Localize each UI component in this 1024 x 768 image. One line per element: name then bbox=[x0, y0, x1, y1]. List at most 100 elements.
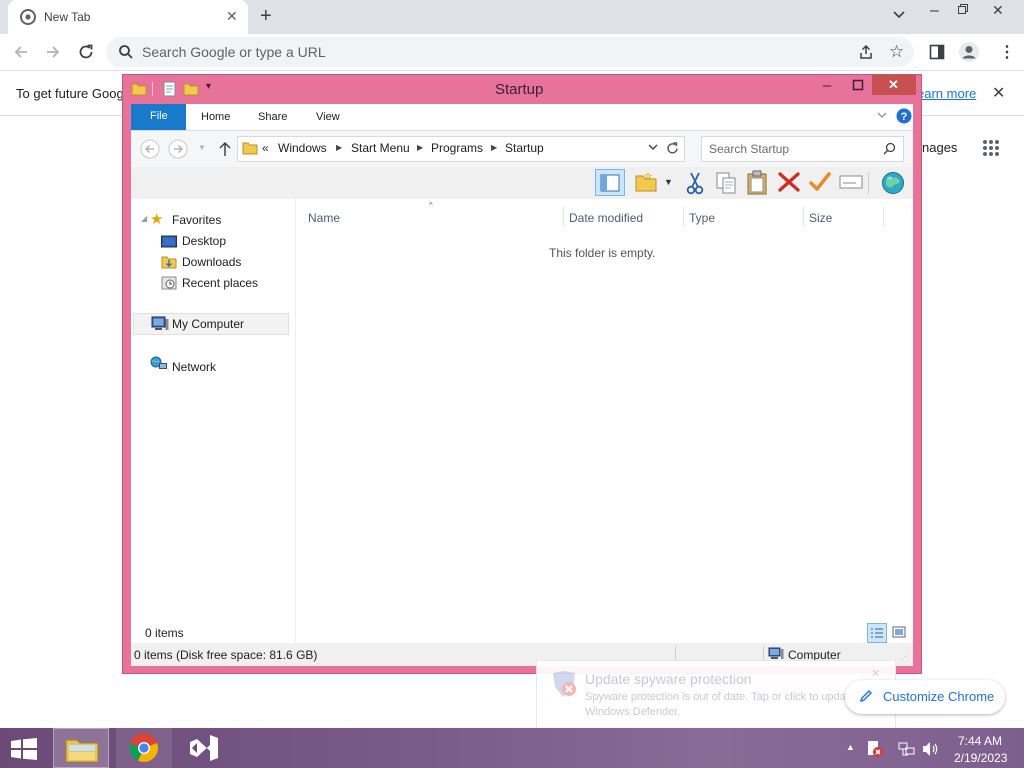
cut-scissors-icon[interactable] bbox=[684, 171, 706, 195]
favorites-collapse-chevron-icon[interactable]: ◢ bbox=[141, 214, 147, 223]
address-history-chevron-icon[interactable] bbox=[648, 142, 658, 152]
details-view-button[interactable] bbox=[867, 623, 887, 643]
start-windows-icon[interactable] bbox=[11, 738, 37, 760]
close-window-button[interactable]: ✕ bbox=[992, 2, 1004, 19]
tab-home[interactable]: Home bbox=[201, 111, 230, 123]
restore-window-button[interactable] bbox=[956, 2, 970, 16]
back-arrow-icon[interactable] bbox=[12, 43, 30, 61]
bookmark-star-icon[interactable]: ☆ bbox=[889, 42, 904, 62]
svg-text:?: ? bbox=[901, 111, 908, 123]
explorer-maximize-button[interactable] bbox=[852, 79, 864, 91]
rename-icon[interactable] bbox=[839, 173, 863, 191]
properties-quick-icon[interactable] bbox=[163, 81, 177, 97]
search-icon[interactable] bbox=[883, 142, 896, 155]
infobar-close-icon[interactable]: ✕ bbox=[992, 83, 1005, 103]
file-explorer-icon bbox=[65, 734, 99, 764]
breadcrumb-programs[interactable]: Programs bbox=[431, 141, 483, 155]
taskbar-chrome[interactable] bbox=[116, 728, 172, 768]
preview-pane-icon bbox=[600, 174, 620, 192]
clock-time[interactable]: 7:44 AM bbox=[958, 734, 1002, 748]
recent-locations-chevron-icon[interactable]: ▼ bbox=[198, 143, 206, 152]
nav-desktop[interactable]: Desktop bbox=[182, 234, 226, 248]
breadcrumb-separator-icon[interactable]: ▶ bbox=[417, 143, 423, 152]
nav-favorites[interactable]: Favorites bbox=[172, 213, 221, 227]
network-tray-icon[interactable] bbox=[898, 741, 916, 757]
breadcrumb-startup[interactable]: Startup bbox=[505, 141, 544, 155]
refresh-button[interactable] bbox=[662, 136, 685, 162]
visual-studio-icon bbox=[188, 733, 220, 763]
delete-x-icon[interactable] bbox=[777, 171, 801, 193]
preview-pane-button[interactable] bbox=[595, 169, 625, 196]
column-divider[interactable] bbox=[683, 207, 684, 227]
side-panel-icon[interactable] bbox=[929, 44, 945, 60]
expand-ribbon-chevron-icon[interactable] bbox=[876, 109, 888, 121]
notification-close-icon[interactable]: ✕ bbox=[871, 667, 880, 680]
customize-chrome-button[interactable]: Customize Chrome bbox=[845, 680, 1005, 714]
breadcrumb-overflow[interactable]: « bbox=[262, 141, 269, 155]
large-icons-view-button[interactable] bbox=[892, 625, 906, 639]
show-hidden-icons-chevron-icon[interactable]: ▲ bbox=[846, 742, 855, 752]
share-icon[interactable] bbox=[858, 44, 874, 60]
tab-close-icon[interactable]: ✕ bbox=[226, 8, 238, 25]
google-apps-icon[interactable] bbox=[982, 139, 1000, 157]
paste-icon[interactable] bbox=[746, 170, 768, 195]
explorer-minimize-button[interactable]: – bbox=[823, 77, 831, 94]
tab-file[interactable]: File bbox=[131, 104, 186, 130]
tab-file-label: File bbox=[150, 110, 168, 122]
column-divider[interactable] bbox=[563, 207, 564, 227]
nav-downloads[interactable]: Downloads bbox=[182, 255, 241, 269]
omnibox[interactable]: Search Google or type a URL ☆ bbox=[106, 37, 914, 67]
customize-qat-chevron-icon[interactable]: ▾ bbox=[206, 81, 211, 92]
folder-quick-icon[interactable] bbox=[131, 81, 147, 97]
nav-network[interactable]: Network bbox=[172, 360, 216, 374]
copy-icon[interactable] bbox=[715, 171, 737, 195]
learn-more-link[interactable]: earn more bbox=[917, 86, 976, 101]
breadcrumb-start-menu[interactable]: Start Menu bbox=[351, 141, 410, 155]
breadcrumb-separator-icon[interactable]: ▶ bbox=[491, 143, 497, 152]
select-checkmark-icon[interactable] bbox=[808, 170, 832, 194]
item-count: 0 items bbox=[145, 626, 184, 640]
column-divider[interactable] bbox=[803, 207, 804, 227]
nav-back-button[interactable] bbox=[140, 139, 160, 159]
minimize-window-button[interactable]: – bbox=[930, 2, 939, 20]
defender-notification[interactable]: Update spyware protection Spyware protec… bbox=[536, 660, 896, 732]
nav-my-computer[interactable]: My Computer bbox=[133, 313, 289, 335]
nav-my-computer-label: My Computer bbox=[172, 317, 245, 331]
taskbar-visual-studio[interactable] bbox=[176, 728, 232, 768]
nav-recent-places[interactable]: Recent places bbox=[182, 276, 258, 290]
breadcrumb-separator-icon[interactable]: ▶ bbox=[336, 143, 342, 152]
tab-title: New Tab bbox=[44, 10, 91, 24]
new-folder-dropdown-chevron-icon[interactable]: ▼ bbox=[664, 177, 673, 187]
notification-body: Spyware protection is out of date. Tap o… bbox=[585, 691, 856, 703]
clock-date[interactable]: 2/19/2023 bbox=[954, 751, 1007, 765]
column-divider[interactable] bbox=[883, 207, 884, 227]
volume-icon[interactable] bbox=[922, 741, 940, 757]
column-header-date-modified[interactable]: Date modified bbox=[569, 211, 643, 225]
tab-search-chevron-icon[interactable] bbox=[892, 8, 906, 22]
reload-icon[interactable] bbox=[77, 43, 95, 61]
address-bar[interactable]: « Windows ▶ Start Menu ▶ Programs ▶ Star… bbox=[237, 136, 663, 162]
nav-forward-button[interactable] bbox=[168, 139, 188, 159]
profile-avatar-icon[interactable] bbox=[958, 41, 980, 63]
explorer-close-button[interactable]: ✕ bbox=[872, 75, 916, 95]
tab-view[interactable]: View bbox=[316, 111, 340, 123]
search-box[interactable]: Search Startup bbox=[701, 136, 904, 162]
column-header-type[interactable]: Type bbox=[689, 211, 715, 225]
resize-grip-icon[interactable]: ⋰ bbox=[901, 651, 910, 662]
defender-tray-icon[interactable] bbox=[866, 740, 884, 758]
new-folder-icon[interactable] bbox=[634, 171, 658, 193]
forward-arrow-icon[interactable] bbox=[44, 43, 62, 61]
help-icon[interactable]: ? bbox=[896, 108, 912, 124]
breadcrumb-windows[interactable]: Windows bbox=[278, 141, 327, 155]
new-folder-quick-icon[interactable] bbox=[183, 81, 199, 97]
column-header-size[interactable]: Size bbox=[809, 211, 832, 225]
globe-icon[interactable] bbox=[881, 171, 905, 195]
column-header-name[interactable]: Name bbox=[308, 211, 340, 225]
chrome-menu-icon[interactable]: ⋮ bbox=[999, 42, 1015, 62]
up-arrow-icon[interactable] bbox=[218, 141, 232, 157]
taskbar-file-explorer[interactable] bbox=[53, 728, 109, 768]
images-link[interactable]: nages bbox=[922, 140, 957, 155]
new-tab-button[interactable]: + bbox=[260, 5, 272, 28]
tab-new-tab[interactable]: New Tab ✕ bbox=[8, 0, 248, 34]
tab-share[interactable]: Share bbox=[258, 111, 287, 123]
